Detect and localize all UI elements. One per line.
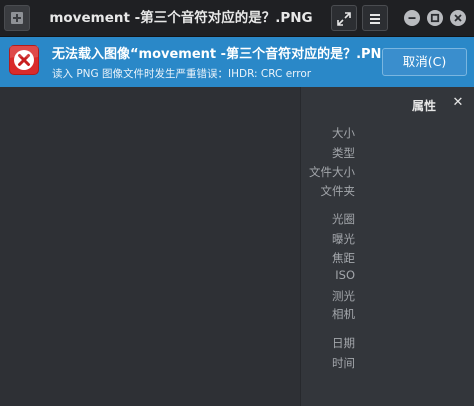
hamburger-menu-icon (370, 14, 380, 24)
fullscreen-icon (337, 12, 351, 26)
property-label-aperture: 光圈 (332, 212, 355, 226)
properties-close-button[interactable]: ✕ (451, 96, 465, 110)
new-window-icon (11, 12, 23, 24)
error-detail: 读入 PNG 图像文件时发生严重错误：IHDR: CRC error (52, 68, 312, 80)
menu-button[interactable] (362, 5, 388, 31)
cancel-button[interactable]: 取消(C) (382, 48, 467, 76)
property-label-folder: 文件夹 (320, 184, 356, 198)
property-label-metering: 测光 (332, 289, 355, 303)
maximize-button[interactable] (427, 10, 443, 26)
property-label-iso: ISO (335, 268, 355, 282)
close-icon (454, 14, 462, 22)
close-icon: ✕ (452, 95, 464, 110)
error-icon (9, 45, 39, 75)
properties-title: 属性 (411, 99, 436, 113)
property-label-focal-length: 焦距 (332, 251, 355, 265)
property-label-exposure: 曝光 (332, 232, 355, 246)
property-label-time: 时间 (332, 356, 355, 370)
minimize-button[interactable] (404, 10, 420, 26)
new-window-button[interactable] (4, 5, 30, 31)
maximize-icon (430, 13, 440, 23)
window-title: movement -第三个音符对应的是？.PNG (49, 10, 313, 26)
property-label-file-size: 文件大小 (309, 165, 355, 179)
property-label-camera: 相机 (332, 307, 355, 321)
error-banner: 无法载入图像“movement -第三个音符对应的是？.PNG”。 读入 PNG… (0, 37, 474, 87)
fullscreen-button[interactable] (331, 5, 357, 31)
property-label-size: 大小 (332, 126, 355, 140)
image-canvas[interactable] (0, 87, 300, 406)
property-label-date: 日期 (332, 336, 355, 350)
close-button[interactable] (450, 10, 466, 26)
image-viewer-window: movement -第三个音符对应的是？.PNG 无法载入图像“movement… (0, 0, 474, 406)
error-title: 无法载入图像“movement -第三个音符对应的是？.PNG”。 (52, 47, 414, 62)
properties-panel: 属性 ✕ 大小 类型 文件大小 文件夹 光圈 曝光 焦距 ISO 测光 相机 日… (300, 87, 474, 406)
property-label-type: 类型 (332, 146, 355, 160)
title-bar: movement -第三个音符对应的是？.PNG (0, 0, 474, 37)
minimize-icon (408, 17, 416, 19)
